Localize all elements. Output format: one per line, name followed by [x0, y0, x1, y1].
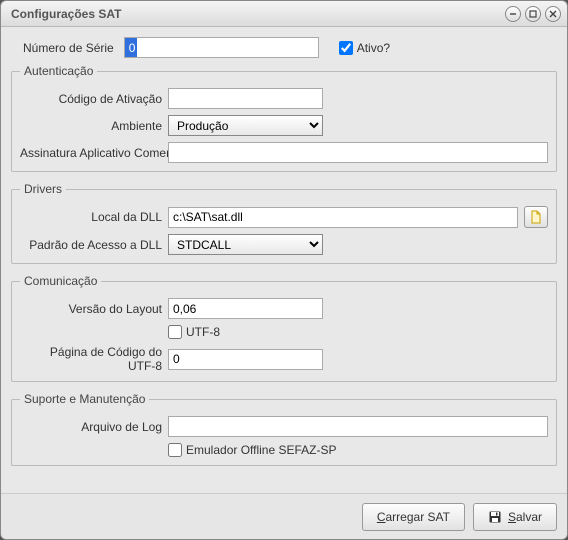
assinatura-label: Assinatura Aplicativo Comercial — [20, 146, 168, 160]
auth-legend: Autenticação — [20, 64, 97, 78]
content-area: Número de Série Ativo? Autenticação Códi… — [1, 27, 567, 493]
suporte-fieldset: Suporte e Manutenção Arquivo de Log Emul… — [11, 392, 557, 466]
save-button[interactable]: Salvar — [473, 503, 557, 531]
ambiente-label: Ambiente — [20, 119, 168, 133]
window-title: Configurações SAT — [7, 7, 501, 21]
drivers-fieldset: Drivers Local da DLL Padrão de Acesso a … — [11, 182, 557, 264]
pagina-input[interactable] — [168, 349, 323, 370]
drivers-legend: Drivers — [20, 182, 66, 196]
serial-input[interactable] — [124, 37, 319, 58]
ambiente-select[interactable]: Produção — [168, 115, 323, 136]
maximize-icon — [529, 10, 537, 18]
log-label: Arquivo de Log — [20, 420, 168, 434]
versao-label: Versão do Layout — [20, 302, 168, 316]
browse-dll-button[interactable] — [524, 206, 548, 228]
emulador-checkbox-label[interactable]: Emulador Offline SEFAZ-SP — [168, 443, 337, 457]
serial-label: Número de Série — [11, 41, 124, 55]
utf8-checkbox-label[interactable]: UTF-8 — [168, 325, 220, 339]
suporte-legend: Suporte e Manutenção — [20, 392, 149, 406]
dll-local-label: Local da DLL — [20, 210, 168, 224]
file-icon — [529, 210, 543, 224]
close-icon — [549, 10, 557, 18]
comunicacao-fieldset: Comunicação Versão do Layout UTF-8 Págin… — [11, 274, 557, 382]
save-icon — [488, 510, 502, 524]
minimize-icon — [509, 10, 517, 18]
pagina-label: Página de Código do UTF-8 — [20, 345, 168, 373]
titlebar: Configurações SAT — [1, 1, 567, 27]
active-checkbox[interactable] — [339, 41, 353, 55]
padrao-select[interactable]: STDCALL — [168, 234, 323, 255]
padrao-label: Padrão de Acesso a DLL — [20, 238, 168, 252]
active-label-text: Ativo? — [357, 41, 390, 55]
save-label: Salvar — [508, 510, 542, 524]
serial-row: Número de Série Ativo? — [11, 37, 557, 58]
load-sat-label: Carregar SAT — [377, 510, 450, 524]
versao-input[interactable] — [168, 298, 323, 319]
dll-local-input[interactable] — [168, 207, 518, 228]
minimize-button[interactable] — [505, 6, 521, 22]
sat-config-window: Configurações SAT Número de Série Ativo?… — [0, 0, 568, 540]
log-input[interactable] — [168, 416, 548, 437]
auth-fieldset: Autenticação Código de Ativação Ambiente… — [11, 64, 557, 172]
close-button[interactable] — [545, 6, 561, 22]
activation-code-input[interactable] — [168, 88, 323, 109]
activation-code-label: Código de Ativação — [20, 92, 168, 106]
footer: Carregar SAT Salvar — [1, 493, 567, 539]
utf8-checkbox[interactable] — [168, 325, 182, 339]
assinatura-input[interactable] — [168, 142, 548, 163]
emulador-label-text: Emulador Offline SEFAZ-SP — [186, 443, 337, 457]
load-sat-button[interactable]: Carregar SAT — [362, 503, 465, 531]
emulador-checkbox[interactable] — [168, 443, 182, 457]
utf8-label-text: UTF-8 — [186, 325, 220, 339]
maximize-button[interactable] — [525, 6, 541, 22]
comunicacao-legend: Comunicação — [20, 274, 101, 288]
active-checkbox-label[interactable]: Ativo? — [339, 41, 390, 55]
